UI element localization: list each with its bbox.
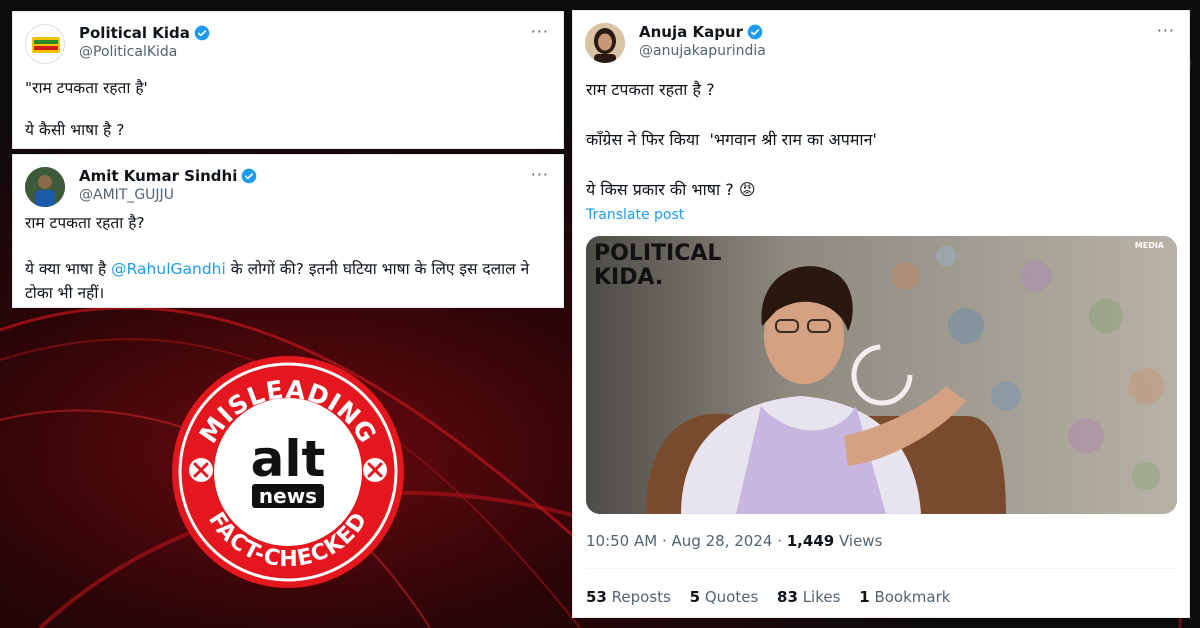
video-thumbnail: POLITICAL KIDA. MEDIA [586, 236, 1177, 514]
likes-stat[interactable]: 83 Likes [777, 588, 845, 606]
alt-news-logo-sub: news [259, 484, 317, 508]
quotes-stat[interactable]: 5 Quotes [690, 588, 763, 606]
mention-link[interactable]: @RahulGandhi [111, 260, 226, 278]
bookmarks-stat[interactable]: 1 Bookmark [859, 588, 950, 606]
tweet-text-segment: ये क्या भाषा है [25, 260, 112, 278]
quotes-label: Quotes [704, 588, 759, 606]
tweet-text-line-2: कॉंग्रेस ने फिर किया 'भगवान श्री राम का … [586, 130, 877, 149]
tweet-text-line-1: राम टपकता रहता है? [25, 214, 145, 232]
verified-badge-icon [194, 25, 210, 41]
x-mark-icon-right [363, 458, 387, 482]
separator-dot: · [661, 532, 667, 550]
alt-news-logo-main: alt [251, 430, 326, 488]
more-options-icon[interactable]: ··· [531, 165, 549, 184]
reposts-count: 53 [586, 588, 607, 606]
avatar-photo [25, 167, 65, 207]
avatar[interactable] [585, 23, 625, 63]
political-kida-logo [32, 37, 60, 53]
bookmarks-count: 1 [859, 588, 870, 606]
translate-post-link[interactable]: Translate post [586, 205, 684, 226]
likes-label: Likes [802, 588, 841, 606]
display-name[interactable]: Political Kida [79, 24, 210, 42]
tweet-header: Political Kida @PoliticalKida ··· [25, 22, 551, 66]
display-name-text[interactable]: Anuja Kapur [639, 23, 743, 41]
verified-badge-icon [747, 24, 763, 40]
tweet-card-amit-kumar-sindhi[interactable]: Amit Kumar Sindhi @AMIT_GUJJU ··· राम टप… [12, 154, 564, 308]
avatar[interactable] [25, 24, 65, 64]
video-corner-logo: MEDIA [1135, 241, 1165, 250]
video-brand-line-1: POLITICAL [594, 241, 721, 266]
fact-check-stamp: MISLEADING FACT-CHECKED alt news [168, 352, 408, 592]
tweet-text-line-2: ये कैसी भाषा है ? [25, 121, 125, 139]
tweet-text-line-1: "राम टपकता रहता है' [25, 79, 148, 97]
reposts-label: Reposts [611, 588, 671, 606]
display-name[interactable]: Amit Kumar Sindhi [79, 167, 257, 185]
verified-badge-icon [242, 168, 257, 184]
misleading-stamp-graphic: MISLEADING FACT-CHECKED alt news [172, 356, 404, 588]
tweet-time[interactable]: 10:50 AM [586, 532, 657, 550]
reposts-stat[interactable]: 53 Reposts [586, 588, 676, 606]
tweet-card-political-kida[interactable]: Political Kida @PoliticalKida ··· "राम ट… [12, 11, 564, 149]
tweet-header: Amit Kumar Sindhi @AMIT_GUJJU ··· [25, 165, 551, 209]
handle[interactable]: @PoliticalKida [79, 44, 177, 60]
handle[interactable]: @anujakapurindia [639, 43, 766, 59]
display-name-text[interactable]: Amit Kumar Sindhi [79, 167, 237, 185]
tweet-text-line-3: ये किस प्रकार की भाषा ? 😡 [586, 180, 756, 199]
more-options-icon[interactable]: ··· [531, 22, 549, 41]
views-count: 1,449 [786, 532, 835, 550]
display-name-text[interactable]: Political Kida [79, 24, 190, 42]
tweet-text-line-2: ये क्या भाषा है @RahulGandhi के लोगों की… [25, 259, 529, 280]
quotes-count: 5 [689, 588, 701, 606]
bookmarks-label: Bookmark [874, 588, 951, 606]
engagement-row: 53 Reposts 5 Quotes 83 Likes 1 Bookmark [586, 587, 950, 608]
avatar-photo [585, 23, 625, 63]
tweet-header: Anuja Kapur @anujakapurindia ··· [585, 21, 1177, 65]
likes-count: 83 [777, 588, 798, 606]
views-label: Views [838, 532, 883, 550]
tweet-text-segment: के लोगों की? इतनी घटिया भाषा के लिए इस द… [225, 260, 530, 278]
tweet-card-anuja-kapur[interactable]: Anuja Kapur @anujakapurindia ··· राम टपक… [572, 10, 1190, 618]
tweet-date[interactable]: Aug 28, 2024 [672, 532, 773, 550]
separator-dot: · [777, 532, 782, 550]
video-brand-line-2: KIDA. [594, 265, 663, 290]
handle[interactable]: @AMIT_GUJJU [79, 187, 174, 203]
divider [586, 568, 1176, 569]
video-player[interactable]: POLITICAL KIDA. MEDIA [586, 236, 1177, 514]
x-mark-icon-left [189, 458, 213, 482]
avatar[interactable] [25, 167, 65, 207]
tweet-text-line-3: टोका भी नहीं। [25, 284, 105, 302]
tweet-meta: 10:50 AM · Aug 28, 2024 · 1,449 Views [586, 531, 882, 552]
tweet-text-line-1: राम टपकता रहता है ? [586, 80, 715, 99]
more-options-icon[interactable]: ··· [1157, 21, 1175, 40]
display-name[interactable]: Anuja Kapur [639, 23, 763, 41]
